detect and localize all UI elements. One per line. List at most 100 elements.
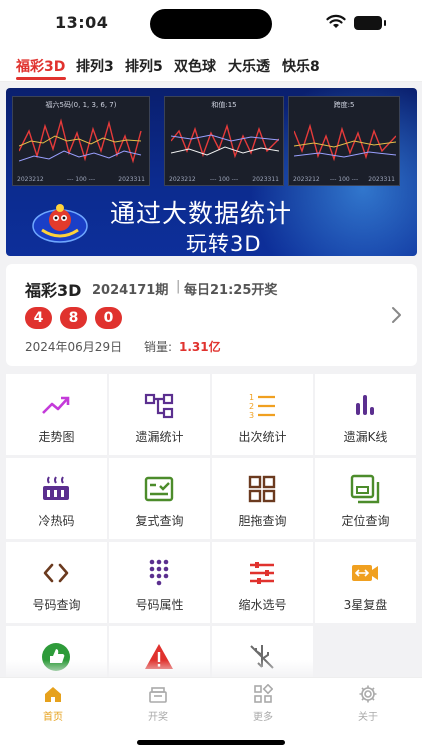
- feature-omission-kline[interactable]: 遗漏K线: [315, 374, 416, 455]
- banner-chart-axis: 2023212 --- 100 --- 2023311: [293, 176, 395, 183]
- banner-chart-title: 和值:15: [211, 101, 237, 109]
- svg-text:2: 2: [249, 402, 254, 411]
- draw-date: 2024年06月29日: [25, 340, 123, 354]
- issue-number: 2024171期: [92, 283, 169, 298]
- feature-trend-chart[interactable]: 走势图: [6, 374, 107, 455]
- draw-info-card[interactable]: 福彩3D 2024171期 | 每日21:25开奖 4 8 0 2024年06月…: [6, 264, 417, 366]
- feature-label: 胆拖查询: [238, 514, 287, 528]
- banner-chart-2: 和值:15 2023212 --- 100 --- 2023311: [164, 96, 284, 186]
- banner-chart-lines: [294, 123, 396, 162]
- nav-home[interactable]: 首页: [23, 684, 83, 723]
- axis-start: 2023212: [17, 176, 44, 183]
- feature-omission-stats[interactable]: 遗漏统计: [109, 374, 210, 455]
- active-tab-indicator: [16, 77, 66, 80]
- dynamic-island: [150, 9, 272, 39]
- nav-about[interactable]: 关于: [338, 684, 398, 723]
- dots-grid-icon: [149, 559, 169, 586]
- nav-more[interactable]: 更多: [233, 684, 293, 723]
- axis-mid: --- 100 ---: [209, 176, 239, 183]
- tab-pailie3[interactable]: 排列3: [76, 56, 114, 76]
- nav-label: 开奖: [148, 712, 168, 723]
- nav-label: 首页: [43, 712, 63, 723]
- axis-start: 2023212: [169, 176, 196, 183]
- axis-end: 2023311: [118, 176, 145, 183]
- banner-chart-title: 跨度:5: [333, 101, 355, 109]
- feature-shrink-select[interactable]: 缩水选号: [212, 542, 313, 623]
- promo-banner[interactable]: 福六5码(0, 1, 3, 6, 7) 2023212 --- 100 --- …: [6, 88, 417, 256]
- code-arrows-icon: [43, 563, 69, 583]
- feature-compound-query[interactable]: 复式查询: [109, 458, 210, 539]
- banner-chart-3: 跨度:5 2023212 --- 100 --- 2023311: [288, 96, 400, 186]
- tab-fucai3d[interactable]: 福彩3D: [16, 56, 65, 76]
- video-icon: [352, 565, 378, 581]
- sliders-icon: [250, 562, 274, 584]
- axis-start: 2023212: [293, 176, 320, 183]
- banner-subheadline: 玩转3D: [186, 232, 262, 256]
- feature-banker-query[interactable]: 胆拖查询: [212, 458, 313, 539]
- tab-daletou[interactable]: 大乐透: [228, 56, 270, 76]
- sales-value: 1.31亿: [179, 340, 221, 354]
- home-indicator: [137, 740, 285, 745]
- banner-chart-axis: 2023212 --- 100 --- 2023311: [169, 176, 279, 183]
- banner-chart-1: 福六5码(0, 1, 3, 6, 7) 2023212 --- 100 --- …: [12, 96, 150, 186]
- tab-pailie5[interactable]: 排列5: [125, 56, 163, 76]
- banner-chart-lines: [19, 118, 142, 164]
- axis-end: 2023311: [252, 176, 279, 183]
- nav-label: 更多: [253, 712, 273, 723]
- feature-label: 遗漏K线: [343, 430, 388, 444]
- banner-chart-axis: 2023212 --- 100 --- 2023311: [17, 176, 145, 183]
- flow-icon: [144, 393, 174, 419]
- bar-chart-icon: [356, 395, 374, 415]
- nav-label: 关于: [358, 712, 378, 723]
- separator: |: [176, 279, 181, 294]
- feature-label: 号码查询: [32, 598, 81, 612]
- axis-mid: --- 100 ---: [329, 176, 359, 183]
- draw-schedule: 每日21:25开奖: [184, 283, 278, 298]
- heat-icon: [43, 476, 69, 500]
- warning-icon: [145, 644, 173, 669]
- svg-text:1: 1: [249, 393, 254, 402]
- chevron-right-icon[interactable]: [390, 306, 402, 324]
- feature-position-query[interactable]: 定位查询: [315, 458, 416, 539]
- usb-off-icon: [250, 645, 274, 669]
- grid-icon: [248, 475, 276, 503]
- result-ball: 0: [95, 307, 122, 329]
- feature-label: 定位查询: [341, 514, 390, 528]
- banner-headline: 通过大数据统计: [110, 199, 293, 228]
- feature-label: 复式查询: [135, 514, 184, 528]
- result-ball: 4: [25, 307, 52, 329]
- banner-chart-title: 福六5码(0, 1, 3, 6, 7): [45, 101, 117, 109]
- nav-draw[interactable]: 开奖: [128, 684, 188, 723]
- sales-label: 销量:: [144, 340, 173, 354]
- status-time: 13:04: [55, 13, 109, 32]
- lottery-name: 福彩3D: [25, 281, 82, 300]
- tab-shuangseqiu[interactable]: 双色球: [174, 56, 216, 76]
- svg-text:3: 3: [249, 411, 254, 420]
- status-bar: 13:04: [0, 0, 422, 46]
- feature-label: 3星复盘: [343, 598, 388, 612]
- feature-label: 缩水选号: [238, 598, 287, 612]
- feature-label: 出次统计: [238, 430, 287, 444]
- check-box-icon: [144, 476, 174, 502]
- axis-end: 2023311: [368, 176, 395, 183]
- tab-kuaile8[interactable]: 快乐8: [282, 56, 320, 76]
- feature-label: 走势图: [38, 430, 75, 444]
- wifi-icon: [326, 14, 346, 28]
- feature-number-query[interactable]: 号码查询: [6, 542, 107, 623]
- gift-icon: [149, 687, 167, 703]
- feature-label: 冷热码: [38, 514, 75, 528]
- axis-mid: --- 100 ---: [66, 176, 96, 183]
- feature-occurrence-stats[interactable]: 1 2 3 出次统计: [212, 374, 313, 455]
- battery-icon: [354, 16, 386, 30]
- feature-hot-cold[interactable]: 冷热码: [6, 458, 107, 539]
- trend-icon: [42, 396, 70, 414]
- lottery-tabs: 福彩3D 排列3 排列5 双色球 大乐透 快乐8: [0, 46, 422, 82]
- gear-icon: [359, 685, 377, 703]
- feature-label: 号码属性: [135, 598, 184, 612]
- feature-3star-replay[interactable]: 3星复盘: [315, 542, 416, 623]
- feature-number-attributes[interactable]: 号码属性: [109, 542, 210, 623]
- apps-icon: [254, 684, 273, 703]
- thumb-up-icon: [42, 643, 70, 671]
- banner-chart-lines: [171, 123, 279, 159]
- list-number-icon: 1 2 3: [249, 393, 275, 420]
